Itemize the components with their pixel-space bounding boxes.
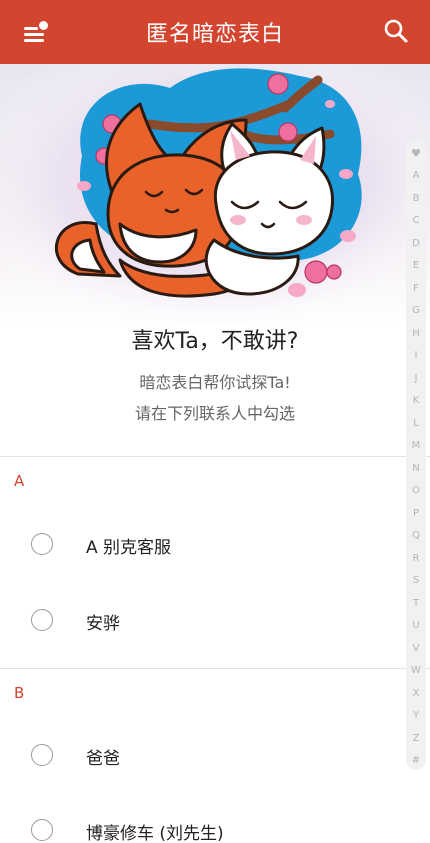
- index-letter[interactable]: J: [406, 369, 426, 389]
- contact-row[interactable]: 博豪修车 (刘先生): [0, 796, 400, 843]
- index-letter[interactable]: X: [406, 684, 426, 704]
- contact-row[interactable]: 安骅: [0, 586, 400, 656]
- contact-row[interactable]: A 别克客服: [0, 510, 400, 580]
- index-letter[interactable]: G: [406, 301, 426, 321]
- radio-button[interactable]: [31, 744, 53, 766]
- index-letter[interactable]: T: [406, 594, 426, 614]
- index-letter[interactable]: B: [406, 189, 426, 209]
- section-header-b: B: [14, 684, 25, 702]
- radio-button[interactable]: [31, 533, 53, 555]
- radio-button[interactable]: [31, 819, 53, 841]
- index-letter[interactable]: E: [406, 256, 426, 276]
- index-letter[interactable]: I: [406, 346, 426, 366]
- index-letter[interactable]: W: [406, 661, 426, 681]
- index-letter[interactable]: D: [406, 234, 426, 254]
- index-letter[interactable]: C: [406, 211, 426, 231]
- index-letter[interactable]: Q: [406, 526, 426, 546]
- heart-icon[interactable]: ♥: [406, 144, 426, 164]
- index-letter[interactable]: Y: [406, 706, 426, 726]
- index-letter[interactable]: N: [406, 459, 426, 479]
- section-header-a: A: [14, 472, 25, 490]
- index-letter[interactable]: F: [406, 279, 426, 299]
- contact-name: 博豪修车 (刘先生): [86, 824, 224, 843]
- index-letter[interactable]: P: [406, 504, 426, 524]
- banner-illustration: [0, 64, 430, 326]
- index-letter[interactable]: A: [406, 166, 426, 186]
- index-letter[interactable]: H: [406, 324, 426, 344]
- search-icon[interactable]: [382, 17, 410, 45]
- index-letter[interactable]: V: [406, 639, 426, 659]
- intro-line-2: 请在下列联系人中勾选: [134, 404, 295, 423]
- section-divider: [0, 668, 430, 669]
- index-letter[interactable]: Z: [406, 729, 426, 749]
- index-letter[interactable]: R: [406, 549, 426, 569]
- index-letter[interactable]: O: [406, 481, 426, 501]
- index-letter[interactable]: #: [406, 751, 426, 771]
- index-letter[interactable]: K: [406, 391, 426, 411]
- page-title: 匿名暗恋表白: [145, 22, 284, 47]
- contact-name: 安骅: [86, 614, 120, 634]
- top-app-bar: 匿名暗恋表白: [0, 0, 430, 64]
- index-letter[interactable]: L: [406, 414, 426, 434]
- contact-name: 爸爸: [86, 749, 120, 769]
- alphabet-index-bar[interactable]: ♥ A B C D E F G H I J K L M N O P Q R S T U V W X Y Z #: [406, 140, 426, 770]
- contact-row[interactable]: 爸爸: [0, 721, 400, 791]
- headline: 喜欢Ta，不敢讲?: [131, 329, 299, 354]
- index-letter[interactable]: U: [406, 616, 426, 636]
- app-screen: 匿名暗恋表白 喜欢Ta，不敢讲? 暗恋表白帮你试探Ta! 请在下列联系人中勾选 …: [0, 0, 430, 843]
- index-letter[interactable]: S: [406, 571, 426, 591]
- intro-line-1: 暗恋表白帮你试探Ta!: [139, 373, 291, 392]
- index-letter[interactable]: M: [406, 436, 426, 456]
- section-divider: [0, 456, 430, 457]
- radio-button[interactable]: [31, 609, 53, 631]
- contact-name: A 别克客服: [86, 538, 172, 558]
